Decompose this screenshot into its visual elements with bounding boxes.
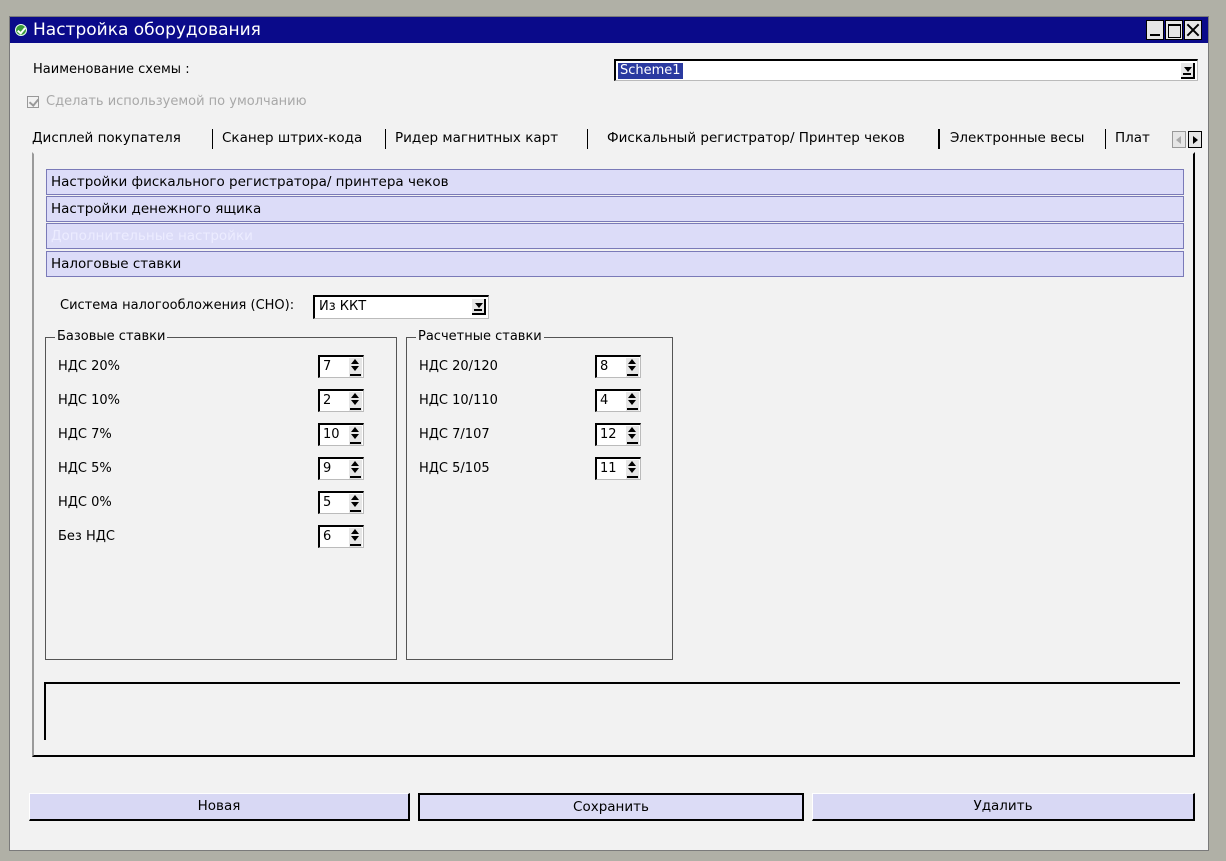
tab-electronic-scales[interactable]: Электронные весы [944, 125, 1090, 151]
list-item: НДС 5% 9 [58, 456, 418, 482]
rate-value: 7 [323, 359, 332, 374]
chevron-down-icon[interactable] [1181, 63, 1195, 79]
rate-label: НДС 20/120 [419, 359, 498, 374]
section-additional-settings: Дополнительные настройки [46, 223, 1184, 249]
tax-system-value: Из ККТ [319, 299, 367, 314]
scheme-name-combo[interactable]: Scheme1 [614, 59, 1198, 81]
tab-separator [212, 129, 213, 149]
rate-spinbox[interactable]: 6 [318, 525, 364, 548]
tab-separator [385, 129, 386, 149]
rate-value: 12 [600, 427, 617, 442]
spin-arrows-icon[interactable] [349, 494, 362, 513]
tab-separator [587, 129, 588, 149]
scheme-name-label: Наименование схемы : [33, 62, 190, 77]
rate-spinbox[interactable]: 8 [595, 355, 641, 378]
rate-value: 4 [600, 393, 609, 408]
base-rates-group: Базовые ставки НДС 20% 7 НДС 10% 2 НДС 7… [45, 329, 397, 660]
list-item: НДС 20/120 8 [419, 354, 779, 380]
rate-spinbox[interactable]: 2 [318, 389, 364, 412]
spin-arrows-icon[interactable] [626, 460, 639, 479]
list-item: Без НДС 6 [58, 524, 418, 550]
rate-label: НДС 5/105 [419, 461, 490, 476]
list-item: НДС 10% 2 [58, 388, 418, 414]
tab-separator [1105, 129, 1106, 149]
rate-spinbox[interactable]: 7 [318, 355, 364, 378]
spin-arrows-icon[interactable] [626, 392, 639, 411]
rate-label: НДС 5% [58, 461, 112, 476]
tab-barcode-scanner[interactable]: Сканер штрих-кода [216, 125, 368, 151]
base-rates-title: Базовые ставки [55, 329, 168, 345]
minimize-button[interactable] [1146, 20, 1164, 40]
rate-label: НДС 7/107 [419, 427, 490, 442]
app-check-icon [15, 24, 27, 36]
maximize-button[interactable] [1165, 20, 1183, 40]
rate-spinbox[interactable]: 10 [318, 423, 364, 446]
calc-rates-group: Расчетные ставки НДС 20/120 8 НДС 10/110… [406, 329, 673, 660]
tab-scroll-right-icon[interactable] [1188, 131, 1202, 148]
section-cash-drawer[interactable]: Настройки денежного ящика [46, 196, 1184, 222]
title-bar[interactable]: Настройка оборудования [10, 17, 1208, 43]
tab-scroll-left-icon[interactable] [1172, 131, 1186, 148]
tab-customer-display[interactable]: Дисплей покупателя [26, 125, 187, 151]
tab-fiscal-registrar[interactable]: Фискальный регистратор/ Принтер чеков [601, 125, 911, 151]
fiscal-registrar-panel: Настройки фискального регистратора/ прин… [32, 152, 1195, 757]
section-fiscal-settings[interactable]: Настройки фискального регистратора/ прин… [46, 169, 1184, 195]
rate-label: НДС 7% [58, 427, 112, 442]
rate-value: 9 [323, 461, 332, 476]
rate-spinbox[interactable]: 11 [595, 457, 641, 480]
list-item: НДС 10/110 4 [419, 388, 779, 414]
rate-value: 10 [323, 427, 340, 442]
section-tax-rates[interactable]: Налоговые ставки [46, 251, 1184, 277]
rate-label: НДС 20% [58, 359, 121, 374]
spin-arrows-icon[interactable] [626, 426, 639, 445]
rate-value: 11 [600, 461, 617, 476]
save-button[interactable]: Сохранить [418, 793, 804, 821]
spin-arrows-icon[interactable] [349, 426, 362, 445]
rate-value: 2 [323, 393, 332, 408]
tab-magnetic-card-reader[interactable]: Ридер магнитных карт [389, 125, 564, 151]
chevron-down-icon[interactable] [472, 299, 486, 315]
rate-value: 6 [323, 529, 332, 544]
tax-system-combo[interactable]: Из ККТ [313, 295, 489, 319]
rate-label: НДС 10% [58, 393, 121, 408]
scheme-name-value: Scheme1 [618, 63, 683, 79]
spin-arrows-icon[interactable] [349, 358, 362, 377]
rate-label: НДС 0% [58, 495, 112, 510]
tab-payment[interactable]: Плат [1109, 125, 1171, 151]
list-item: НДС 5/105 11 [419, 456, 779, 482]
rate-spinbox[interactable]: 4 [595, 389, 641, 412]
spin-arrows-icon[interactable] [349, 528, 362, 547]
spin-arrows-icon[interactable] [349, 460, 362, 479]
rate-value: 8 [600, 359, 609, 374]
list-item: НДС 7/107 12 [419, 422, 779, 448]
spin-arrows-icon[interactable] [349, 392, 362, 411]
rate-label: НДС 10/110 [419, 393, 498, 408]
calc-rates-title: Расчетные ставки [416, 329, 544, 345]
window-title: Настройка оборудования [33, 20, 261, 40]
default-scheme-checkbox[interactable] [27, 96, 39, 108]
rate-spinbox[interactable]: 9 [318, 457, 364, 480]
default-scheme-label: Сделать используемой по умолчанию [46, 94, 307, 109]
device-tabs: Дисплей покупателя Сканер штрих-кода Рид… [26, 125, 1202, 153]
list-item: НДС 7% 10 [58, 422, 418, 448]
list-item: НДС 20% 7 [58, 354, 418, 380]
delete-button[interactable]: Удалить [812, 793, 1195, 821]
rate-label: Без НДС [58, 529, 115, 544]
rate-value: 5 [323, 495, 332, 510]
tab-separator [938, 129, 940, 149]
rate-spinbox[interactable]: 5 [318, 491, 364, 514]
new-button[interactable]: Новая [29, 793, 410, 821]
status-area [44, 682, 1180, 740]
equipment-settings-window: Настройка оборудования Наименование схем… [9, 16, 1209, 851]
spin-arrows-icon[interactable] [626, 358, 639, 377]
rate-spinbox[interactable]: 12 [595, 423, 641, 446]
tax-system-label: Система налогообложения (СНО): [60, 298, 295, 313]
close-button[interactable] [1184, 20, 1202, 40]
list-item: НДС 0% 5 [58, 490, 418, 516]
